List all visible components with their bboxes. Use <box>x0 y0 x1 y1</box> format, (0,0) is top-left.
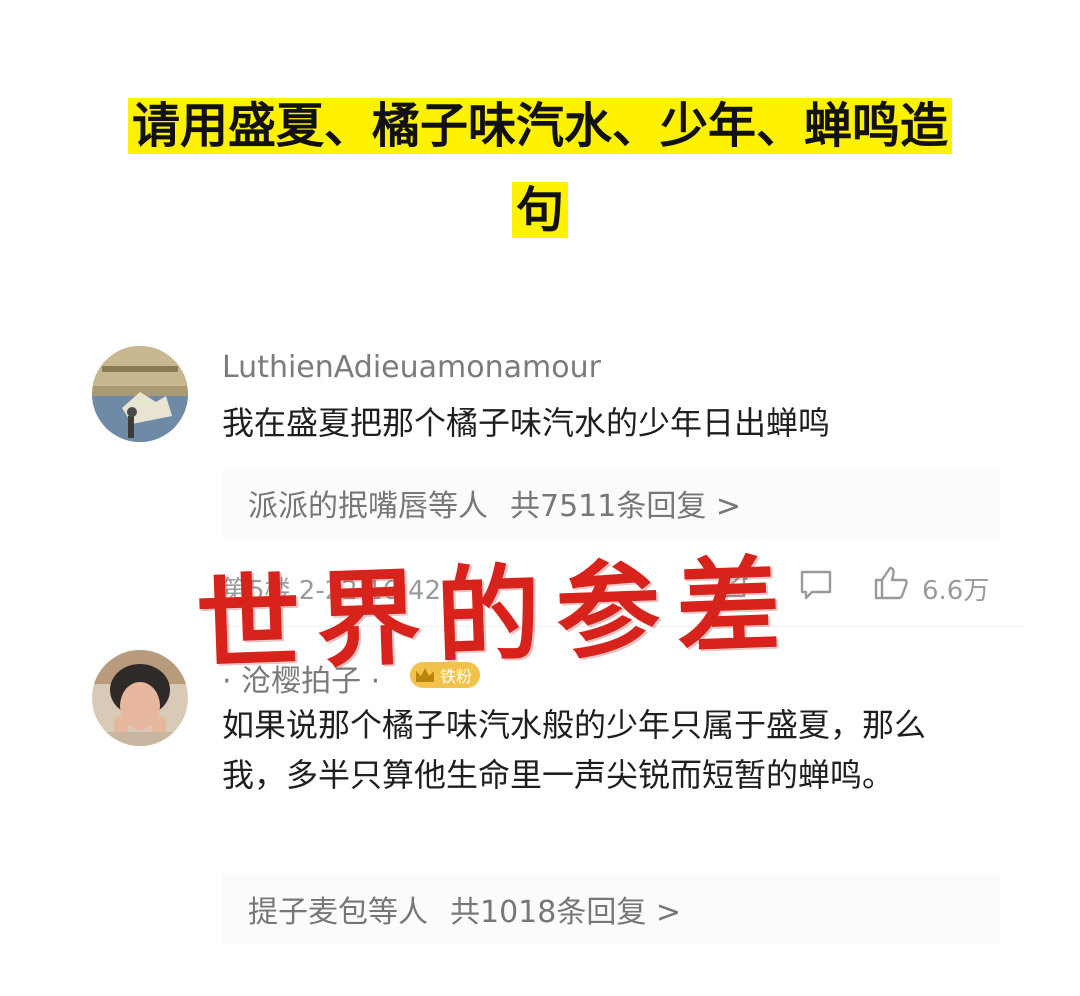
title-text-2: 句 <box>511 182 568 238</box>
avatar-image <box>92 346 188 442</box>
title-text-1: 请用盛夏、橘子味汽水、少年、蝉鸣造 <box>127 98 952 154</box>
thumbs-up-icon[interactable] <box>872 564 910 602</box>
like-count: 6.6万 <box>922 576 990 606</box>
fan-badge: 铁粉 <box>410 662 481 688</box>
comment-text: 如果说那个橘子味汽水般的少年只属于盛夏，那么我，多半只算他生命里一声尖锐而短暂的… <box>222 706 927 794</box>
crown-icon <box>416 668 434 682</box>
reply-users: 派派的抿嘴唇等人 <box>248 489 488 524</box>
title-line-1: 请用盛夏、橘子味汽水、少年、蝉鸣造 <box>0 94 1080 158</box>
comment-text: 我在盛夏把那个橘子味汽水的少年日出蝉鸣 <box>222 404 831 442</box>
avatar[interactable] <box>92 650 188 746</box>
reply-summary[interactable]: 提子麦包等人 共1018条回复 > <box>222 874 1000 944</box>
badge-label: 铁粉 <box>440 667 473 686</box>
username[interactable]: · 沧樱拍子 · <box>222 656 380 700</box>
avatar-image <box>92 650 188 746</box>
reply-count: 共1018条回复 > <box>450 895 682 930</box>
title-line-2: 句 <box>0 178 1080 242</box>
reply-count: 共7511条回复 > <box>510 489 742 524</box>
avatar[interactable] <box>92 346 188 442</box>
reply-users: 提子麦包等人 <box>248 895 428 930</box>
username[interactable]: LuthienAdieuamonamour <box>222 350 601 385</box>
comment-icon[interactable] <box>798 566 834 602</box>
